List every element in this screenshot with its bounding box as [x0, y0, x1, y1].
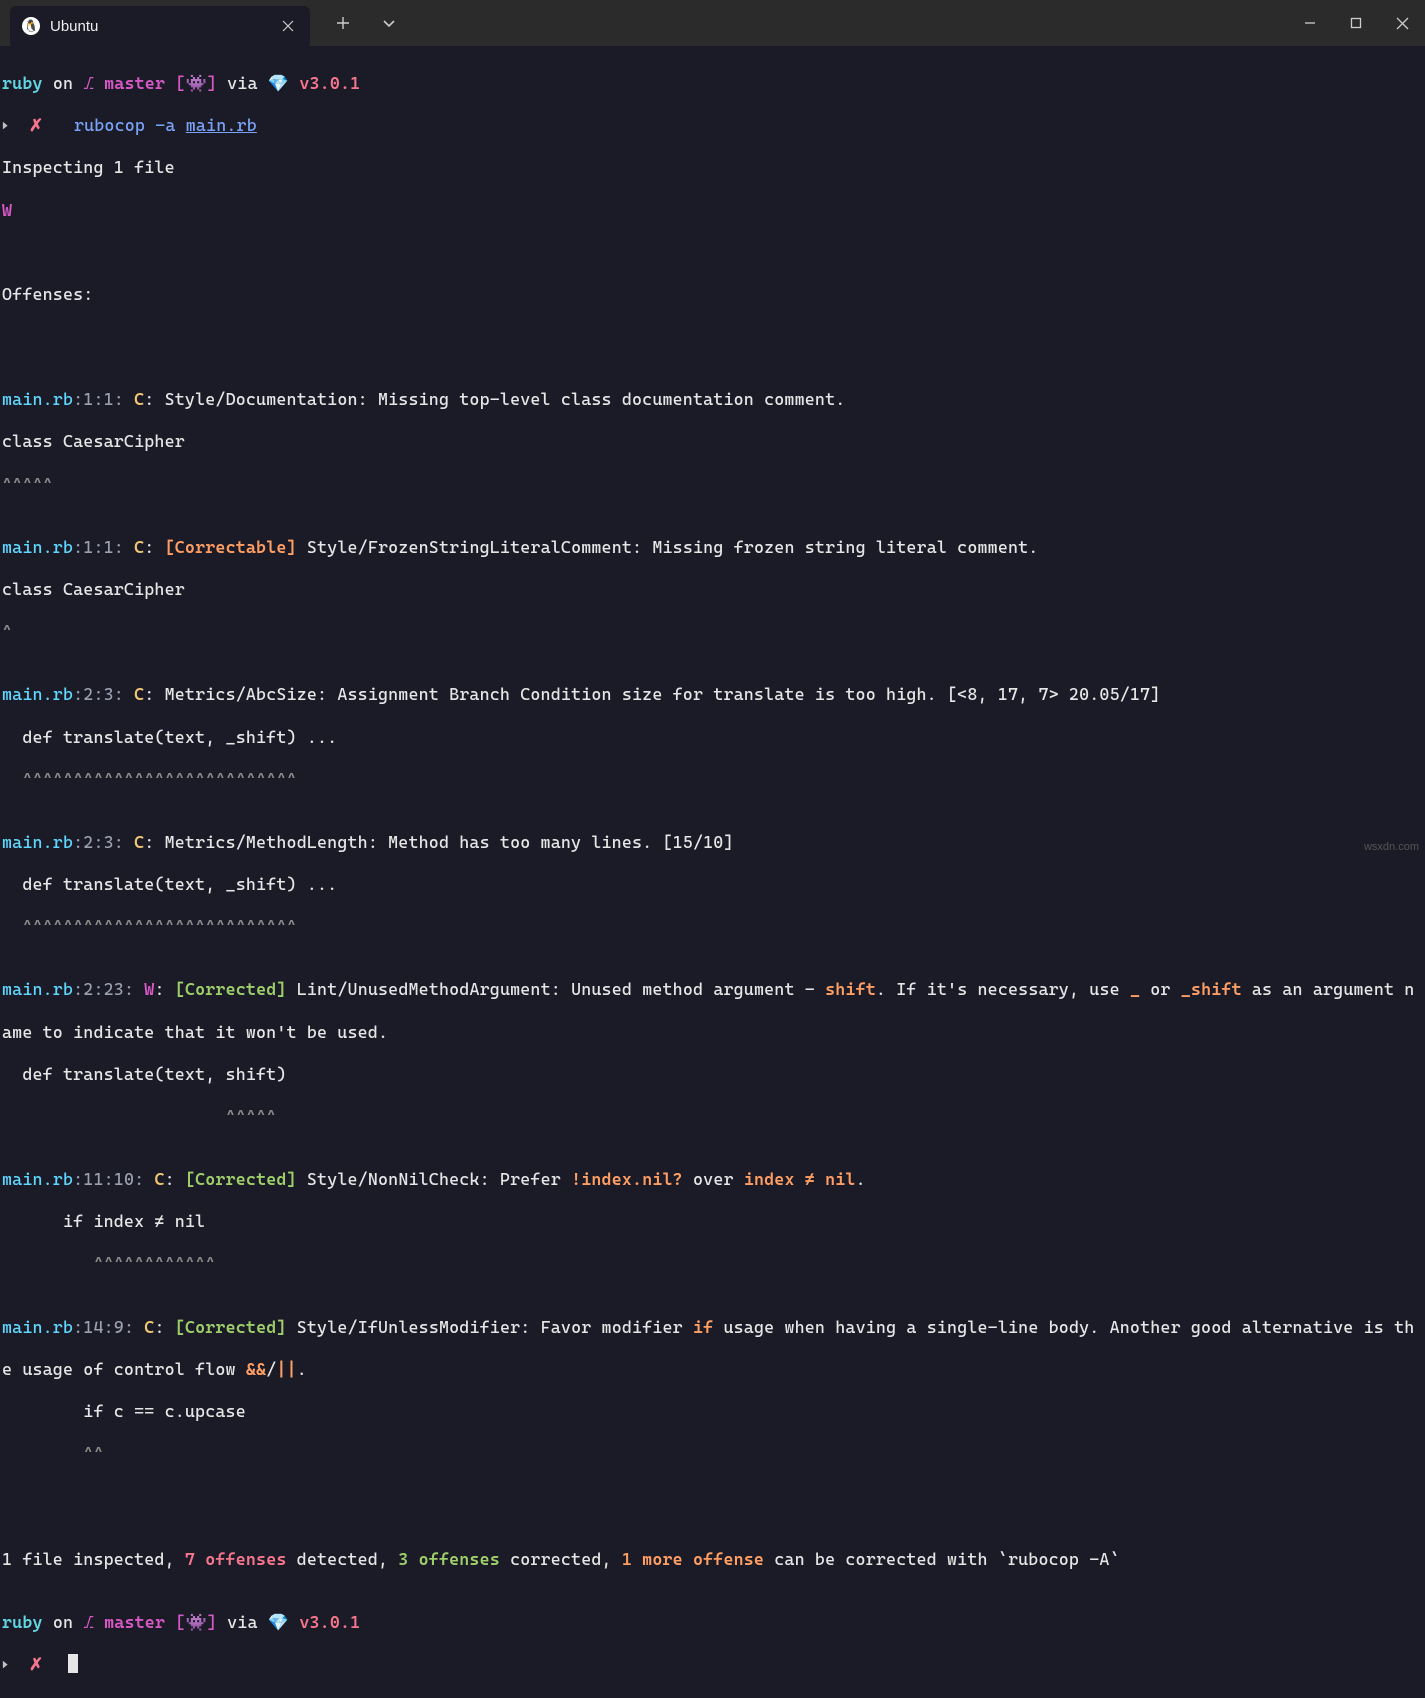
close-window-button[interactable] — [1379, 0, 1425, 46]
watermark: wsxdn.com — [1364, 841, 1419, 853]
offense-line: main.rb:1:1: C: [Correctable] Style/Froz… — [2, 537, 1423, 558]
marker-line: W — [2, 200, 1423, 221]
offense-wrap: e usage of control flow &&/||. — [2, 1359, 1423, 1380]
offense-src: def translate(text, _shift) ... — [2, 874, 1423, 895]
tab-actions — [320, 3, 412, 43]
offense-caret: ^^^^^ — [2, 474, 1423, 495]
terminal-output[interactable]: ruby on ⎇ master [👾] via 💎 v3.0.1 🢒 ✗ ru… — [0, 46, 1425, 1698]
prompt-line: ruby on ⎇ master [👾] via 💎 v3.0.1 — [2, 1612, 1423, 1633]
cursor — [68, 1654, 78, 1673]
maximize-button[interactable] — [1333, 0, 1379, 46]
prompt-input[interactable]: 🢒 ✗ — [2, 1654, 1423, 1675]
offense-line: main.rb:2:3: C: Metrics/AbcSize: Assignm… — [2, 684, 1423, 705]
offense-line: main.rb:11:10: C: [Corrected] Style/NonN… — [2, 1169, 1423, 1190]
offense-caret: ^^^^^ — [2, 1106, 1423, 1127]
offense-src: class CaesarCipher — [2, 579, 1423, 600]
offense-line: main.rb:2:23: W: [Corrected] Lint/Unused… — [2, 979, 1423, 1000]
inspecting-line: Inspecting 1 file — [2, 157, 1423, 178]
window-controls — [1287, 0, 1425, 46]
tab-dropdown-button[interactable] — [366, 3, 412, 43]
minimize-button[interactable] — [1287, 0, 1333, 46]
command-line: 🢒 ✗ rubocop -a main.rb — [2, 115, 1423, 136]
offense-caret: ^^ — [2, 1443, 1423, 1464]
summary-line: 1 file inspected, 7 offenses detected, 3… — [2, 1549, 1423, 1570]
offense-src: if index ≠ nil — [2, 1211, 1423, 1232]
ubuntu-icon: 🐧 — [22, 17, 40, 35]
offense-src: def translate(text, _shift) ... — [2, 727, 1423, 748]
offense-line: main.rb:2:3: C: Metrics/MethodLength: Me… — [2, 832, 1423, 853]
prompt-line: ruby on ⎇ master [👾] via 💎 v3.0.1 — [2, 73, 1423, 94]
offense-caret: ^^^^^^^^^^^^^^^^^^^^^^^^^^^ — [2, 916, 1423, 937]
close-icon[interactable] — [278, 16, 298, 36]
offense-caret: ^ — [2, 621, 1423, 642]
offense-src: if c == c.upcase — [2, 1401, 1423, 1422]
offense-caret: ^^^^^^^^^^^^^^^^^^^^^^^^^^^ — [2, 769, 1423, 790]
offenses-header: Offenses: — [2, 284, 1423, 305]
offense-line: main.rb:14:9: C: [Corrected] Style/IfUnl… — [2, 1317, 1423, 1338]
offense-caret: ^^^^^^^^^^^^ — [2, 1253, 1423, 1274]
offense-src: class CaesarCipher — [2, 431, 1423, 452]
offense-line: main.rb:1:1: C: Style/Documentation: Mis… — [2, 389, 1423, 410]
terminal-tab[interactable]: 🐧 Ubuntu — [10, 6, 310, 46]
window-titlebar: 🐧 Ubuntu — [0, 0, 1425, 46]
new-tab-button[interactable] — [320, 3, 366, 43]
offense-src: def translate(text, shift) — [2, 1064, 1423, 1085]
offense-wrap: ame to indicate that it won't be used. — [2, 1022, 1423, 1043]
tab-title: Ubuntu — [50, 18, 98, 35]
